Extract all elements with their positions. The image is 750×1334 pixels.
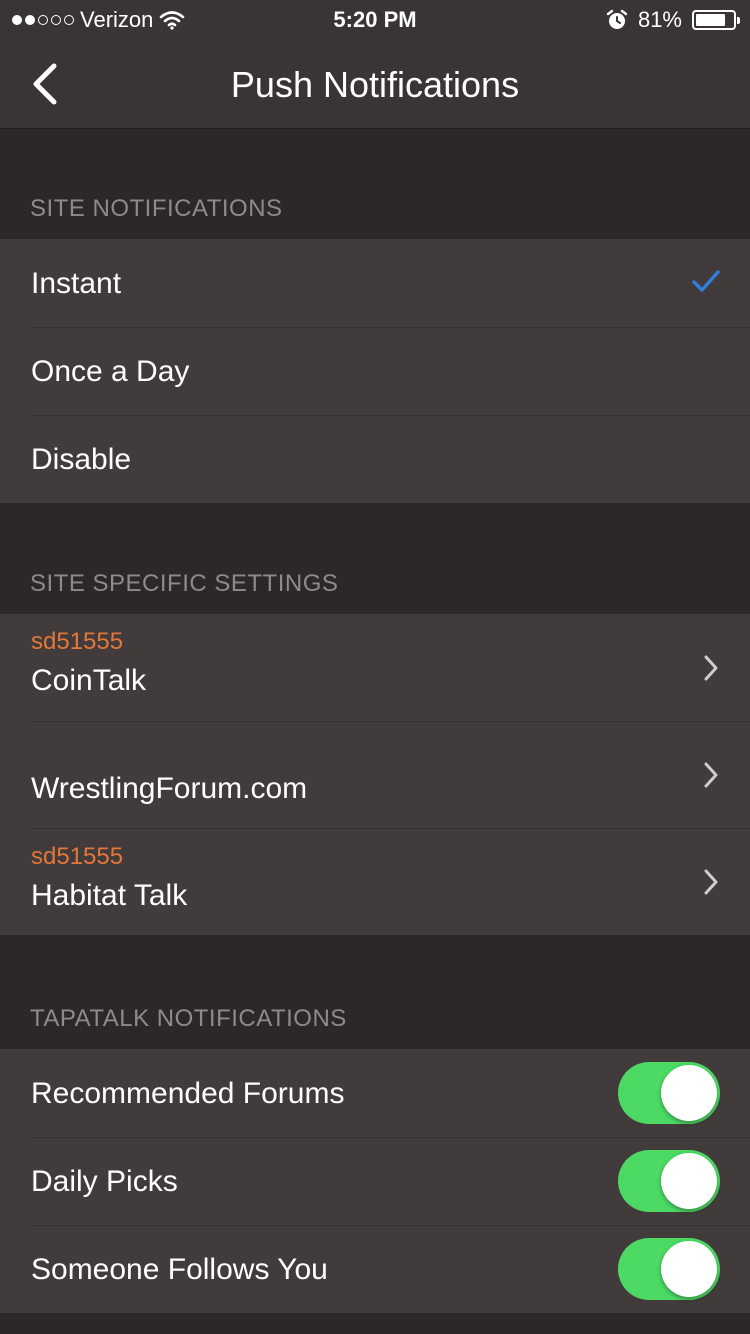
section-header-site-specific: SITE SPECIFIC SETTINGS bbox=[30, 570, 339, 597]
battery-percent: 81% bbox=[637, 7, 682, 32]
toggle-knob bbox=[661, 1153, 717, 1209]
option-label: Once a Day bbox=[31, 355, 190, 388]
top-bar: Verizon 5:20 PM 81% Push Notifications bbox=[0, 0, 750, 129]
option-once-a-day[interactable]: Once a Day bbox=[0, 327, 750, 415]
site-notifications-group: Instant Once a Day Disable bbox=[0, 239, 750, 503]
battery-icon bbox=[692, 10, 740, 30]
site-username: sd51555 bbox=[31, 628, 124, 655]
site-name: CoinTalk bbox=[31, 664, 147, 697]
option-label: Instant bbox=[31, 267, 122, 300]
nav-bar: Push Notifications bbox=[0, 40, 750, 128]
site-item-cointalk[interactable]: sd51555 CoinTalk bbox=[0, 614, 750, 721]
toggle-knob bbox=[661, 1065, 717, 1121]
daily-picks-toggle[interactable] bbox=[618, 1150, 720, 1212]
site-name: WrestlingForum.com bbox=[31, 772, 308, 805]
recommended-forums-toggle[interactable] bbox=[618, 1062, 720, 1124]
option-instant[interactable]: Instant bbox=[0, 239, 750, 327]
checkmark-icon bbox=[692, 270, 720, 292]
site-name: Habitat Talk bbox=[31, 879, 188, 912]
site-username: sd51555 bbox=[31, 843, 124, 870]
option-disable[interactable]: Disable bbox=[0, 415, 750, 503]
alarm-icon bbox=[606, 9, 628, 29]
toggle-row-someone-follows-you: Someone Follows You bbox=[0, 1225, 750, 1313]
toggle-label: Recommended Forums bbox=[31, 1077, 345, 1110]
site-specific-group: sd51555 CoinTalk WrestlingForum.com sd51… bbox=[0, 614, 750, 935]
toggle-label: Someone Follows You bbox=[31, 1253, 328, 1286]
toggle-knob bbox=[661, 1241, 717, 1297]
someone-follows-you-toggle[interactable] bbox=[618, 1238, 720, 1300]
status-bar: Verizon 5:20 PM 81% bbox=[0, 0, 750, 40]
chevron-right-icon bbox=[704, 655, 718, 681]
toggle-row-recommended-forums: Recommended Forums bbox=[0, 1049, 750, 1137]
toggle-row-daily-picks: Daily Picks bbox=[0, 1137, 750, 1225]
option-label: Disable bbox=[31, 443, 132, 476]
page-title: Push Notifications bbox=[230, 64, 520, 105]
site-item-habitat-talk[interactable]: sd51555 Habitat Talk bbox=[0, 828, 750, 935]
chevron-right-icon bbox=[704, 869, 718, 895]
section-header-site-notifications: SITE NOTIFICATIONS bbox=[30, 195, 283, 222]
section-header-tapatalk: TAPATALK NOTIFICATIONS bbox=[30, 1005, 347, 1032]
site-item-wrestlingforum[interactable]: WrestlingForum.com bbox=[0, 721, 750, 828]
toggle-label: Daily Picks bbox=[31, 1165, 178, 1198]
chevron-right-icon bbox=[704, 762, 718, 788]
tapatalk-group: Recommended Forums Daily Picks Someone F… bbox=[0, 1049, 750, 1313]
